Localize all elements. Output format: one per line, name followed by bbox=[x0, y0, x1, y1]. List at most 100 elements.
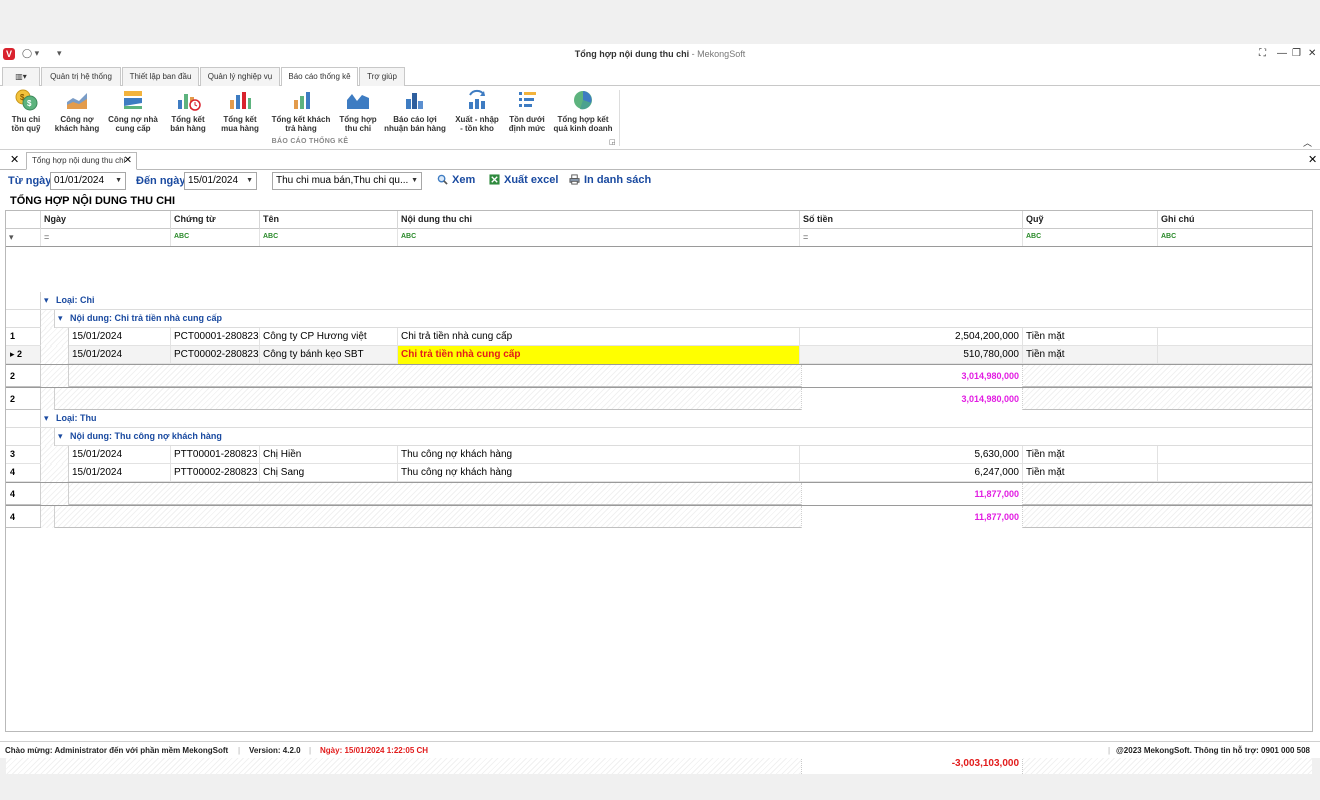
cell-fund[interactable]: Tiền mặt bbox=[1023, 446, 1158, 464]
filter-amount-cell[interactable]: = bbox=[800, 229, 1023, 246]
tab-quan-ly-nghiep-vu[interactable]: Quản lý nghiệp vụ bbox=[200, 67, 280, 86]
column-header-note[interactable]: Ghi chú bbox=[1158, 211, 1312, 229]
cell-date[interactable]: 15/01/2024 bbox=[69, 346, 171, 364]
restore-button[interactable]: ❐ bbox=[1292, 48, 1301, 59]
tong-ket-ban-hang-button[interactable]: Tổng kết bán hàng bbox=[166, 88, 210, 134]
table-row-selected[interactable]: ▸ 2 15/01/2024 PCT00002-280823 Công ty b… bbox=[6, 346, 1312, 364]
chevron-down-icon[interactable]: ▼ bbox=[411, 173, 418, 189]
close-all-icon[interactable]: ✕ bbox=[10, 153, 19, 166]
cell-amount[interactable]: 5,630,000 bbox=[800, 446, 1023, 464]
group-row-type[interactable]: ▾ Loại: Chi bbox=[6, 292, 1312, 310]
column-header-date[interactable]: Ngày bbox=[41, 211, 171, 229]
ribbon-button-label: Tổng kết mua hàng bbox=[221, 115, 259, 133]
type-select[interactable]: Thu chi mua bán,Thu chi qu... ▼ bbox=[272, 172, 422, 190]
ton-duoi-dinh-muc-button[interactable]: Tồn dưới định mức bbox=[505, 88, 549, 134]
filter-fund-cell[interactable]: ABC bbox=[1023, 229, 1158, 246]
cell-name[interactable]: Công ty CP Hương việt bbox=[260, 328, 398, 346]
column-header-name[interactable]: Tên bbox=[260, 211, 398, 229]
tab-bao-cao-thong-ke[interactable]: Báo cáo thống kê bbox=[281, 67, 358, 87]
filter-note-cell[interactable]: ABC bbox=[1158, 229, 1312, 246]
group-row-type[interactable]: ▾ Loại: Thu bbox=[6, 410, 1312, 428]
column-header-content[interactable]: Nội dung thu chi bbox=[398, 211, 800, 229]
filter-voucher-cell[interactable]: ABC bbox=[171, 229, 260, 246]
column-header-amount[interactable]: Số tiền bbox=[800, 211, 1023, 229]
expand-group-icon[interactable]: ▾ bbox=[58, 310, 63, 327]
cell-voucher[interactable]: PCT00001-280823 bbox=[171, 328, 260, 346]
minimize-button[interactable]: — bbox=[1277, 48, 1287, 59]
app-menu-button[interactable]: ▥▾ bbox=[2, 67, 40, 86]
cell-voucher[interactable]: PCT00002-280823 bbox=[171, 346, 260, 364]
cell-date[interactable]: 15/01/2024 bbox=[69, 446, 171, 464]
cell-amount[interactable]: 510,780,000 bbox=[800, 346, 1023, 364]
cell-fund[interactable]: Tiền mặt bbox=[1023, 346, 1158, 364]
tab-tro-giup[interactable]: Trợ giúp bbox=[359, 67, 405, 86]
list-icon bbox=[519, 92, 536, 107]
chevron-down-icon[interactable]: ▼ bbox=[246, 173, 253, 189]
xuat-nhap-ton-kho-button[interactable]: Xuất - nhập - tồn kho bbox=[452, 88, 502, 134]
chevron-down-icon[interactable]: ▼ bbox=[115, 173, 122, 189]
from-date-input[interactable]: 01/01/2024 ▼ bbox=[50, 172, 126, 190]
group-launcher-icon[interactable]: ◲ bbox=[609, 138, 616, 146]
tong-hop-thu-chi-button[interactable]: Tổng hợp thu chi bbox=[337, 88, 379, 134]
export-excel-button[interactable]: Xuất excel bbox=[489, 174, 558, 186]
row-indicator: 2 bbox=[6, 365, 41, 386]
table-row[interactable]: 3 15/01/2024 PTT00001-280823 Chị Hiền Th… bbox=[6, 446, 1312, 464]
column-header-voucher[interactable]: Chứng từ bbox=[171, 211, 260, 229]
collapse-ribbon-icon[interactable]: ︿ bbox=[1303, 136, 1312, 149]
row-indicator bbox=[6, 292, 41, 309]
to-date-input[interactable]: 15/01/2024 ▼ bbox=[184, 172, 257, 190]
cell-date[interactable]: 15/01/2024 bbox=[69, 328, 171, 346]
close-document-icon[interactable]: ✕ bbox=[1308, 153, 1317, 166]
filter-name-cell[interactable]: ABC bbox=[260, 229, 398, 246]
document-tab-strip: ✕ Tổng hợp nội dung thu chi ✕ ✕ bbox=[0, 151, 1320, 170]
cell-content-focused[interactable]: Chi trả tiền nhà cung cấp bbox=[398, 346, 800, 364]
cell-date[interactable]: 15/01/2024 bbox=[69, 464, 171, 482]
tab-quan-tri-he-thong[interactable]: Quản trị hệ thống bbox=[41, 67, 121, 86]
fullscreen-icon[interactable]: ⛶ bbox=[1259, 48, 1266, 59]
filter-content-cell[interactable]: ABC bbox=[398, 229, 800, 246]
bao-cao-loi-nhuan-button[interactable]: Báo cáo lợi nhuận bán hàng bbox=[382, 88, 448, 134]
cell-note[interactable] bbox=[1158, 328, 1312, 346]
cell-name[interactable]: Chị Hiền bbox=[260, 446, 398, 464]
cell-content[interactable]: Thu công nợ khách hàng bbox=[398, 446, 800, 464]
cell-amount[interactable]: 2,504,200,000 bbox=[800, 328, 1023, 346]
tong-hop-ket-qua-kinh-doanh-button[interactable]: Tổng hợp kết quả kinh doanh bbox=[551, 88, 615, 134]
group-row-content[interactable]: ▾ Nội dung: Chi trả tiền nhà cung cấp bbox=[6, 310, 1312, 328]
cell-voucher[interactable]: PTT00001-280823 bbox=[171, 446, 260, 464]
tong-ket-mua-hang-button[interactable]: Tổng kết mua hàng bbox=[218, 88, 262, 134]
tong-ket-khach-tra-hang-button[interactable]: Tổng kết khách trả hàng bbox=[268, 88, 334, 134]
area-chart-icon bbox=[67, 93, 87, 109]
row-indicator: 4 bbox=[6, 464, 41, 481]
cell-note[interactable] bbox=[1158, 446, 1312, 464]
group-indent bbox=[41, 310, 55, 328]
group-row-content[interactable]: ▾ Nội dung: Thu công nợ khách hàng bbox=[6, 428, 1312, 446]
expand-group-icon[interactable]: ▾ bbox=[44, 292, 49, 309]
cell-voucher[interactable]: PTT00002-280823 bbox=[171, 464, 260, 482]
cong-no-khach-hang-button[interactable]: Công nợ khách hàng bbox=[53, 88, 101, 134]
row-indicator bbox=[6, 310, 41, 327]
cell-name[interactable]: Chị Sang bbox=[260, 464, 398, 482]
cell-note[interactable] bbox=[1158, 346, 1312, 364]
document-tab[interactable]: Tổng hợp nội dung thu chi ✕ bbox=[26, 152, 137, 170]
row-indicator: 4 bbox=[6, 506, 41, 527]
column-header-fund[interactable]: Quỹ bbox=[1023, 211, 1158, 229]
print-list-button[interactable]: In danh sách bbox=[569, 174, 651, 186]
table-row[interactable]: 4 15/01/2024 PTT00002-280823 Chị Sang Th… bbox=[6, 464, 1312, 482]
cell-note[interactable] bbox=[1158, 464, 1312, 482]
close-tab-icon[interactable]: ✕ bbox=[124, 153, 132, 169]
filter-date-cell[interactable]: = bbox=[41, 229, 171, 246]
view-button[interactable]: Xem bbox=[437, 174, 475, 186]
cell-amount[interactable]: 6,247,000 bbox=[800, 464, 1023, 482]
cong-no-nha-cung-cap-button[interactable]: Công nợ nhà cung cấp bbox=[107, 88, 159, 134]
close-window-button[interactable]: ✕ bbox=[1308, 48, 1316, 59]
cell-content[interactable]: Thu công nợ khách hàng bbox=[398, 464, 800, 482]
cell-fund[interactable]: Tiền mặt bbox=[1023, 464, 1158, 482]
expand-group-icon[interactable]: ▾ bbox=[44, 410, 49, 427]
cell-content[interactable]: Chi trả tiền nhà cung cấp bbox=[398, 328, 800, 346]
expand-group-icon[interactable]: ▾ bbox=[58, 428, 63, 445]
table-row[interactable]: 1 15/01/2024 PCT00001-280823 Công ty CP … bbox=[6, 328, 1312, 346]
thu-chi-ton-quy-button[interactable]: $ $ Thu chi tồn quỹ bbox=[6, 88, 46, 134]
cell-name[interactable]: Công ty bánh kẹo SBT bbox=[260, 346, 398, 364]
tab-thiet-lap-ban-dau[interactable]: Thiết lập ban đầu bbox=[122, 67, 199, 86]
cell-fund[interactable]: Tiền mặt bbox=[1023, 328, 1158, 346]
